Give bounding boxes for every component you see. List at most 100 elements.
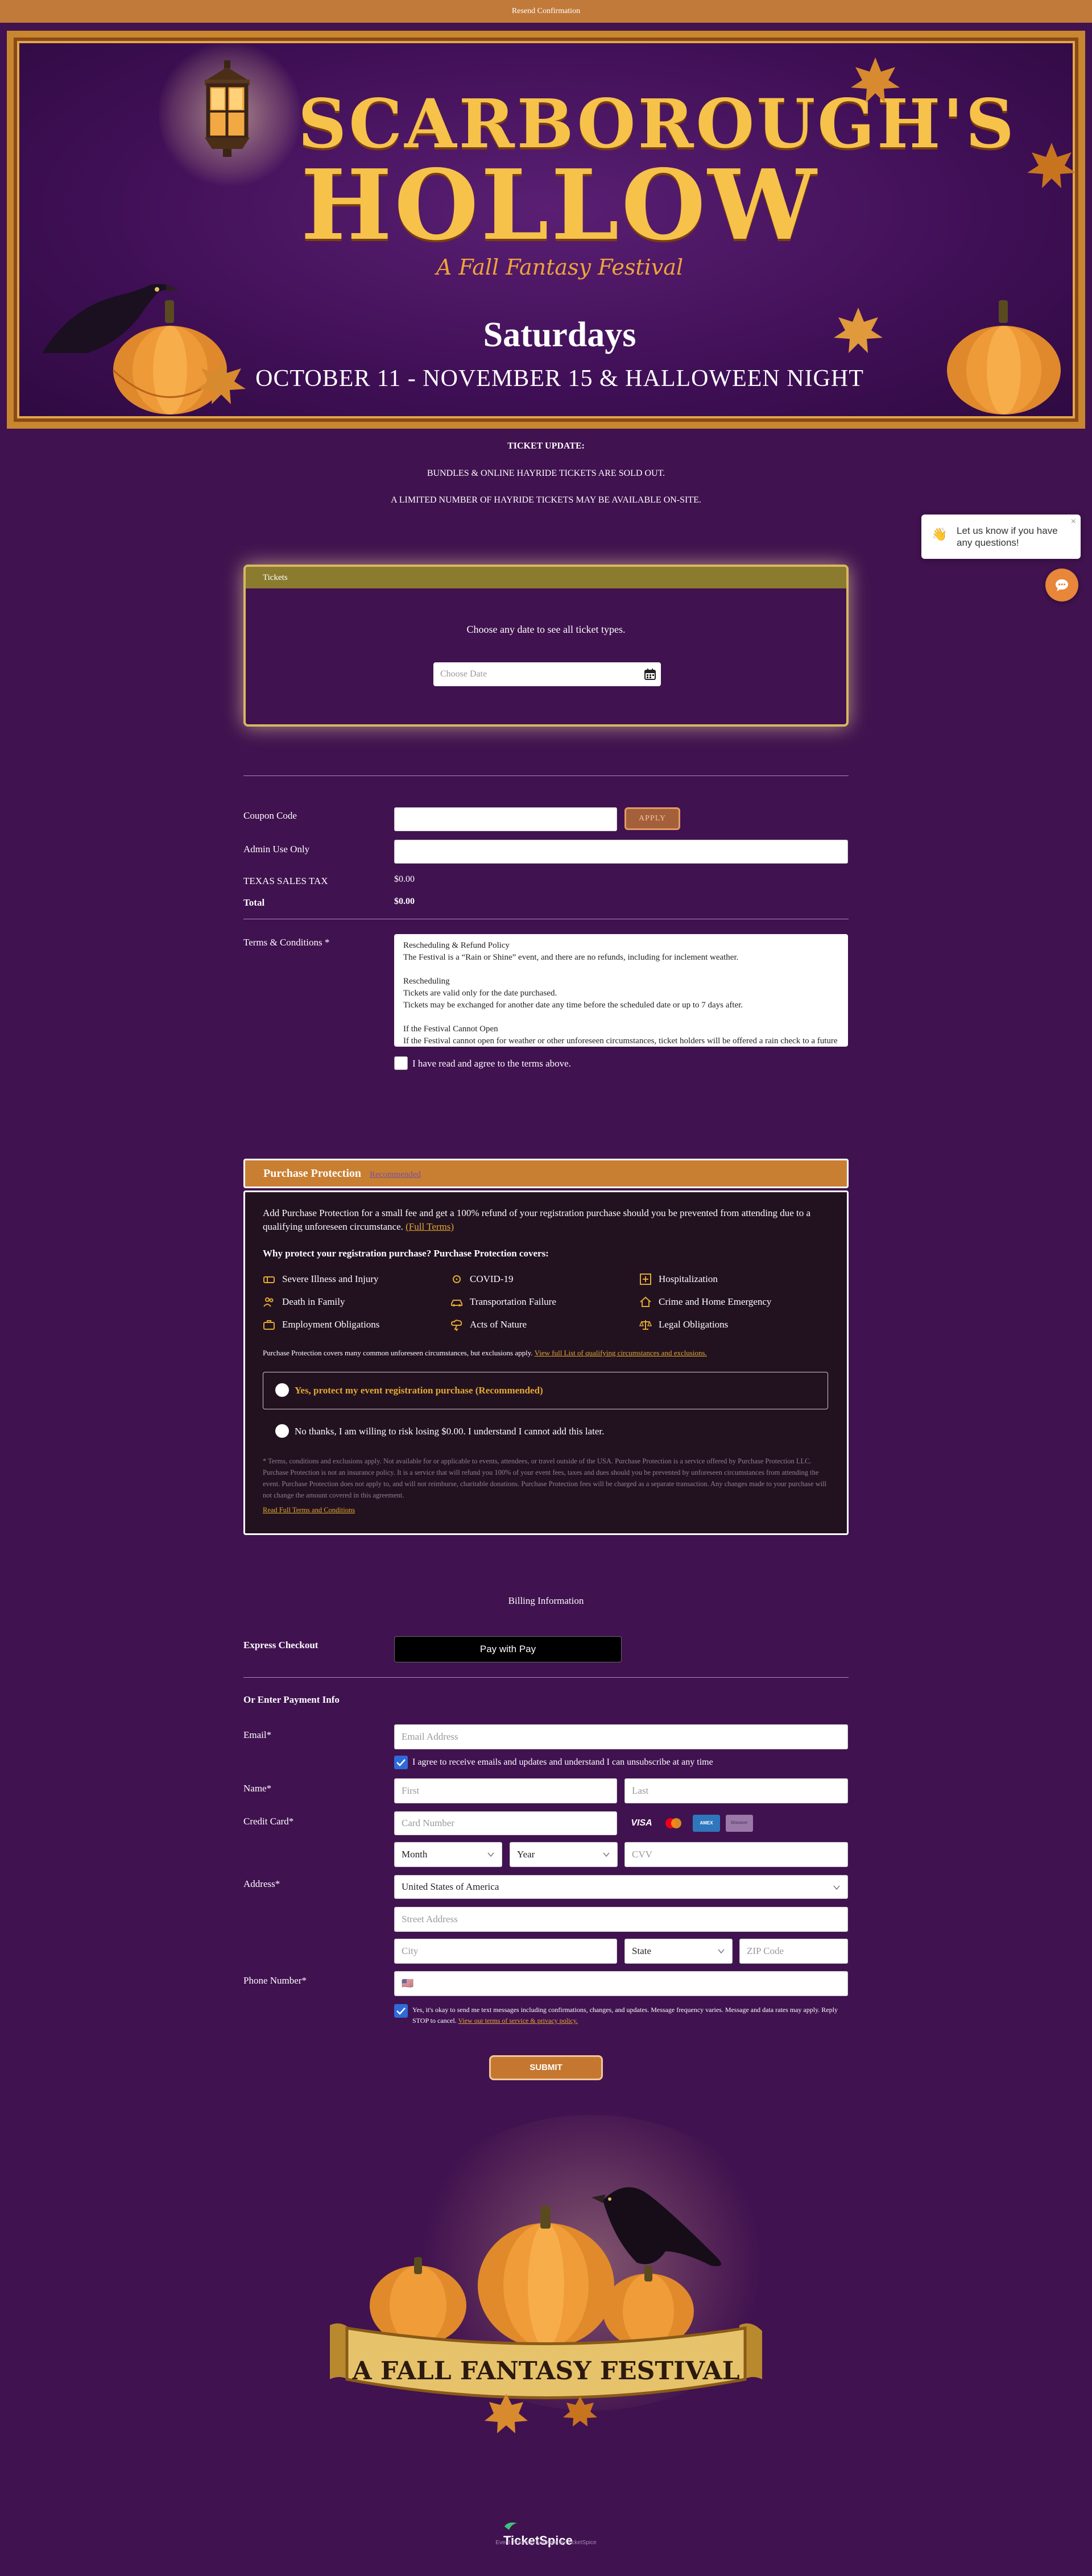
- maple-leaf-icon: [197, 359, 246, 404]
- exclusions-link[interactable]: View full List of qualifying circumstanc…: [535, 1349, 707, 1357]
- tax-value: $0.00: [394, 874, 415, 884]
- home-icon: [640, 1296, 651, 1307]
- apple-pay-button[interactable]: Pay with Pay: [394, 1636, 622, 1662]
- recommended-label: Recommended: [370, 1170, 421, 1179]
- full-terms-conditions-link[interactable]: Read Full Terms and Conditions: [263, 1504, 828, 1516]
- divider: [243, 775, 849, 776]
- coverage-item: Legal Obligations: [639, 1319, 728, 1330]
- admin-use-label: Admin Use Only: [243, 844, 310, 854]
- storm-icon: [450, 1320, 462, 1331]
- terms-p1-title: Rescheduling & Refund Policy: [403, 941, 510, 950]
- total-label: Total: [243, 897, 265, 908]
- zip-code-input[interactable]: ZIP Code: [739, 1939, 848, 1964]
- first-name-input[interactable]: First: [394, 1778, 617, 1803]
- tickets-card: Tickets Choose any date to see all ticke…: [243, 565, 849, 727]
- submit-button[interactable]: SUBMIT: [489, 2055, 603, 2080]
- amex-logo: AMEX: [693, 1815, 720, 1832]
- chevron-down-icon: [718, 1949, 725, 1954]
- street-address-input[interactable]: Street Address: [394, 1907, 848, 1932]
- terms-text-box[interactable]: Rescheduling & Refund Policy The Festiva…: [394, 934, 848, 1047]
- phone-input[interactable]: 🇺🇸: [394, 1971, 848, 1996]
- coverage-note: Purchase Protection covers many common u…: [263, 1349, 707, 1357]
- coupon-input[interactable]: [394, 807, 617, 831]
- email-label: Email*: [243, 1729, 272, 1740]
- city-input[interactable]: City: [394, 1939, 617, 1964]
- purchase-protection-why: Why protect your registration purchase? …: [263, 1248, 549, 1259]
- banner-dates: OCTOBER 11 - NOVEMBER 15 & HALLOWEEN NIG…: [255, 366, 864, 392]
- chat-message: Let us know if you have any questions!: [957, 525, 1058, 548]
- admin-use-input[interactable]: [394, 840, 848, 864]
- checkmark-icon: [396, 2007, 406, 2015]
- terms-p1-text: The Festival is a “Rain or Shine” event,…: [403, 953, 739, 962]
- country-select[interactable]: United States of America: [394, 1875, 848, 1899]
- coverage-item: Acts of Nature: [450, 1319, 527, 1331]
- ticket-update-line1: BUNDLES & ONLINE HAYRIDE TICKETS ARE SOL…: [427, 468, 665, 478]
- lantern-icon: [205, 60, 250, 157]
- sms-optin-label: Yes, it's okay to send me text messages …: [412, 2006, 838, 2025]
- agree-terms-label: I have read and agree to the terms above…: [412, 1058, 571, 1069]
- total-value: $0.00: [394, 897, 415, 906]
- coupon-label: Coupon Code: [243, 810, 297, 821]
- coverage-item: Crime and Home Emergency: [640, 1296, 771, 1308]
- wave-icon: 👋: [932, 527, 948, 541]
- apply-coupon-button[interactable]: APPLY: [624, 807, 680, 830]
- coverage-item: Employment Obligations: [263, 1319, 379, 1330]
- tax-label: TEXAS SALES TAX: [243, 876, 328, 886]
- email-input[interactable]: Email Address: [394, 1724, 848, 1749]
- resend-confirmation-link[interactable]: Resend Confirmation: [0, 0, 1092, 23]
- protection-no-radio[interactable]: [275, 1424, 289, 1438]
- terms-p2-line2: Tickets may be exchanged for another dat…: [403, 1001, 743, 1010]
- email-optin-checkbox[interactable]: [394, 1756, 408, 1769]
- coverage-item: Death in Family: [263, 1296, 345, 1308]
- checkmark-icon: [396, 1759, 406, 1766]
- credit-card-label: Credit Card*: [243, 1816, 294, 1827]
- pumpkin-icon: [947, 300, 1061, 414]
- or-enter-payment-label: Or Enter Payment Info: [243, 1694, 340, 1705]
- tickets-header: Tickets: [246, 567, 846, 588]
- coverage-item: COVID-19: [453, 1274, 514, 1285]
- protection-yes-radio[interactable]: [275, 1383, 289, 1397]
- sms-optin-checkbox[interactable]: [394, 2004, 408, 2018]
- year-select[interactable]: Year: [510, 1842, 618, 1867]
- card-number-input[interactable]: Card Number: [394, 1811, 617, 1835]
- mastercard-logo: [665, 1818, 681, 1828]
- choose-date-input[interactable]: Choose Date: [433, 662, 661, 686]
- ticketspice-logo[interactable]: TicketSpice: [503, 2519, 589, 2548]
- chevron-down-icon: [833, 1885, 840, 1890]
- protection-yes-label: Yes, protect my event registration purch…: [295, 1385, 543, 1396]
- full-terms-link[interactable]: (Full Terms): [406, 1221, 454, 1232]
- banner-days: Saturdays: [483, 316, 636, 354]
- agree-terms-checkbox[interactable]: [394, 1056, 408, 1070]
- protection-fine-print: * Terms, conditions and exclusions apply…: [263, 1455, 828, 1516]
- choose-date-placeholder: Choose Date: [440, 669, 487, 679]
- chat-button[interactable]: [1045, 569, 1078, 602]
- illness-icon: [263, 1276, 275, 1283]
- chat-popup[interactable]: 👋 Let us know if you have any questions!…: [921, 515, 1081, 559]
- purchase-protection-header: Purchase Protection Recommended: [243, 1159, 849, 1188]
- close-icon[interactable]: ×: [1071, 517, 1076, 527]
- visa-logo: VISA: [631, 1818, 652, 1828]
- calendar-icon[interactable]: [644, 668, 656, 681]
- chevron-down-icon: [603, 1852, 610, 1857]
- express-checkout-label: Express Checkout: [243, 1640, 318, 1650]
- billing-heading: Billing Information: [508, 1595, 584, 1606]
- divider: [243, 1677, 849, 1678]
- email-optin-label: I agree to receive emails and updates an…: [412, 1757, 713, 1767]
- coverage-item: Hospitalization: [640, 1274, 718, 1285]
- ticket-update-line2: A LIMITED NUMBER OF HAYRIDE TICKETS MAY …: [391, 495, 701, 505]
- us-flag-icon[interactable]: 🇺🇸: [402, 1978, 413, 1989]
- month-select[interactable]: Month: [394, 1842, 502, 1867]
- state-select[interactable]: State: [624, 1939, 733, 1964]
- purchase-protection-title: Purchase Protection: [263, 1167, 362, 1180]
- cvv-input[interactable]: CVV: [624, 1842, 848, 1867]
- sms-terms-link[interactable]: View our terms of service & privacy poli…: [458, 2017, 577, 2025]
- virus-icon: [453, 1275, 461, 1283]
- tickets-prompt: Choose any date to see all ticket types.: [466, 624, 626, 635]
- family-icon: [263, 1297, 274, 1307]
- coverage-item: Transportation Failure: [451, 1296, 556, 1308]
- last-name-input[interactable]: Last: [624, 1778, 848, 1803]
- terms-p2-line1: Tickets are valid only for the date purc…: [403, 989, 557, 998]
- festival-footer-logo: A FALL FANTASY FESTIVAL: [330, 2187, 762, 2433]
- maple-leaf-icon: [834, 308, 883, 353]
- terms-p3-text: If the Festival cannot open for weather …: [403, 1036, 838, 1046]
